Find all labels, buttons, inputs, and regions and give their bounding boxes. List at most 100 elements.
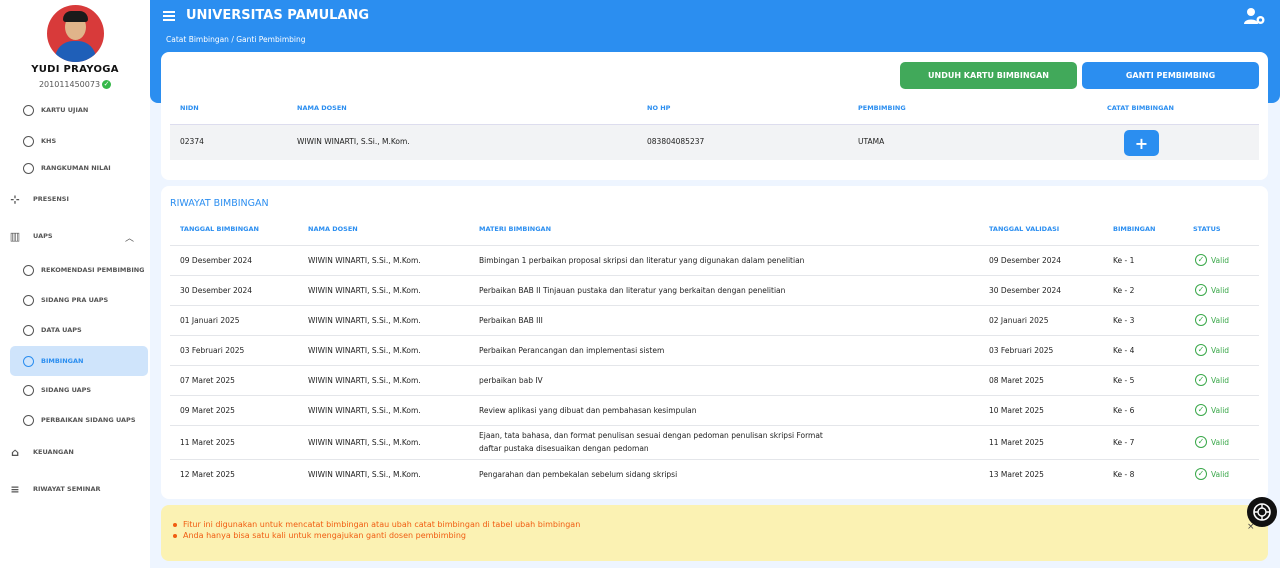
book-icon: ▥ — [9, 229, 21, 243]
cell-tanggal-bimbingan: 12 Maret 2025 — [180, 470, 235, 479]
table-row: 07 Maret 2025 WIWIN WINARTI, S.Si., M.Kom… — [170, 365, 1259, 395]
cell-nama-dosen: WIWIN WINARTI, S.Si., M.Kom. — [308, 256, 421, 265]
cell-materi-bimbingan: Perbaikan BAB II Tinjauan pustaka dan li… — [479, 286, 786, 295]
sidebar-item-data-uaps[interactable]: DATA UAPS — [10, 315, 148, 345]
change-advisor-button[interactable]: GANTI PEMBIMBING — [1082, 62, 1259, 89]
status-label: Valid — [1211, 315, 1230, 325]
sidebar-item-label: SIDANG PRA UAPS — [41, 296, 109, 304]
avatar[interactable] — [47, 5, 104, 62]
status-badge: ✓ Valid — [1195, 374, 1229, 386]
notice-item: Anda hanya bisa satu kali untuk mengajuk… — [171, 531, 580, 540]
nim-text: 201011450073 — [38, 80, 101, 89]
user-nim: 201011450073 ✓ — [0, 80, 150, 89]
breadcrumb: Catat Bimbingan / Ganti Pembimbing — [166, 35, 306, 44]
check-circle-icon: ✓ — [1195, 404, 1207, 416]
sidebar-item-sidang-uaps[interactable]: SIDANG UAPS — [10, 375, 148, 405]
sidebar-item-uaps[interactable]: ▥ UAPS — [8, 225, 53, 247]
cell-bimbingan: Ke - 2 — [1113, 286, 1135, 295]
advisor-role: UTAMA — [858, 137, 885, 146]
advisor-card: UNDUH KARTU BIMBINGAN GANTI PEMBIMBING N… — [161, 52, 1268, 180]
section-title: RIWAYAT BIMBINGAN — [170, 198, 269, 209]
cell-bimbingan: Ke - 7 — [1113, 438, 1135, 447]
check-circle-icon: ✓ — [1195, 284, 1207, 296]
sidebar-item-khs[interactable]: KHS — [10, 126, 148, 156]
user-name: YUDI PRAYOGA — [31, 64, 119, 75]
user-settings-icon[interactable] — [1244, 7, 1266, 25]
cell-bimbingan: Ke - 8 — [1113, 470, 1135, 479]
sidebar-item-presensi[interactable]: ⊹ PRESENSI — [8, 188, 69, 210]
sidebar-item-label: PERBAIKAN SIDANG UAPS — [41, 416, 136, 424]
cell-tanggal-validasi: 13 Maret 2025 — [989, 470, 1044, 479]
table-row: 12 Maret 2025 WIWIN WINARTI, S.Si., M.Kom… — [170, 459, 1259, 489]
download-card-button[interactable]: UNDUH KARTU BIMBINGAN — [900, 62, 1077, 89]
cell-tanggal-bimbingan: 09 Maret 2025 — [180, 406, 235, 415]
hamburger-menu-icon[interactable] — [163, 11, 175, 21]
cell-materi-bimbingan: Review aplikasi yang dibuat dan pembahas… — [479, 406, 697, 415]
cell-materi-bimbingan: Perbaikan Perancangan dan implementasi s… — [479, 346, 665, 355]
column-header-pembimbing: PEMBIMBING — [858, 104, 906, 112]
sidebar-item-label: REKOMENDASI PEMBIMBING — [41, 266, 145, 274]
sidebar-item-perbaikan-sidang-uaps[interactable]: PERBAIKAN SIDANG UAPS — [10, 405, 148, 435]
sidebar-item-rekomendasi-pembimbing[interactable]: REKOMENDASI PEMBIMBING — [10, 255, 148, 285]
status-label: Valid — [1211, 255, 1230, 265]
cell-bimbingan: Ke - 3 — [1113, 316, 1135, 325]
verified-check-icon: ✓ — [102, 80, 112, 89]
accessibility-icon[interactable] — [1247, 497, 1277, 527]
cell-nama-dosen: WIWIN WINARTI, S.Si., M.Kom. — [308, 286, 421, 295]
circle-icon — [23, 355, 34, 367]
cell-tanggal-validasi: 03 Februari 2025 — [989, 346, 1054, 355]
status-badge: ✓ Valid — [1195, 436, 1229, 448]
sidebar-item-label: RANGKUMAN NILAI — [41, 164, 111, 172]
check-circle-icon: ✓ — [1195, 436, 1207, 448]
column-header-status: STATUS — [1193, 225, 1221, 233]
status-label: Valid — [1211, 469, 1230, 479]
cell-nama-dosen: WIWIN WINARTI, S.Si., M.Kom. — [308, 316, 421, 325]
sidebar-item-label: DATA UAPS — [41, 326, 82, 334]
notice-item: Fitur ini digunakan untuk mencatat bimbi… — [171, 520, 580, 529]
cell-materi-bimbingan: perbaikan bab IV — [479, 376, 543, 385]
cell-materi-bimbingan: Pengarahan dan pembekalan sebelum sidang… — [479, 470, 678, 479]
advisor-name: WIWIN WINARTI, S.Si., M.Kom. — [297, 137, 410, 146]
status-badge: ✓ Valid — [1195, 404, 1229, 416]
sidebar-item-label: KARTU UJIAN — [41, 106, 89, 114]
cell-bimbingan: Ke - 6 — [1113, 406, 1135, 415]
sidebar-item-label: PRESENSI — [33, 195, 69, 203]
sidebar-item-riwayat-seminar[interactable]: ≡ RIWAYAT SEMINAR — [8, 478, 101, 500]
advisor-phone: 083804085237 — [647, 137, 705, 146]
add-bimbingan-button[interactable]: + — [1124, 130, 1159, 156]
circle-icon — [23, 162, 34, 174]
column-header-no-hp: NO HP — [647, 104, 671, 112]
cell-tanggal-bimbingan: 01 Januari 2025 — [180, 316, 240, 325]
history-card: RIWAYAT BIMBINGAN TANGGAL BIMBINGAN NAMA… — [161, 186, 1268, 499]
cell-tanggal-validasi: 10 Maret 2025 — [989, 406, 1044, 415]
circle-icon — [23, 135, 34, 147]
status-label: Valid — [1211, 437, 1230, 447]
check-circle-icon: ✓ — [1195, 254, 1207, 266]
sidebar-item-bimbingan[interactable]: BIMBINGAN — [10, 346, 148, 376]
sidebar-item-keuangan[interactable]: ⌂ KEUANGAN — [8, 441, 74, 463]
column-header-tanggal-validasi: TANGGAL VALIDASI — [989, 225, 1060, 233]
cell-tanggal-validasi: 02 Januari 2025 — [989, 316, 1049, 325]
column-header-catat-bimbingan: CATAT BIMBINGAN — [1107, 104, 1174, 112]
column-header-nama-dosen: NAMA DOSEN — [308, 225, 358, 233]
sidebar: YUDI PRAYOGA 201011450073 ✓ KARTU UJIAN K… — [0, 0, 150, 568]
cell-bimbingan: Ke - 4 — [1113, 346, 1135, 355]
cell-materi-bimbingan: Bimbingan 1 perbaikan proposal skripsi d… — [479, 256, 805, 265]
sidebar-item-rangkuman-nilai[interactable]: RANGKUMAN NILAI — [10, 153, 148, 183]
sidebar-item-label: RIWAYAT SEMINAR — [33, 485, 101, 493]
chevron-up-icon[interactable]: ︿ — [125, 231, 134, 244]
advisor-nidn: 02374 — [180, 137, 204, 146]
cell-tanggal-bimbingan: 11 Maret 2025 — [180, 438, 235, 447]
sidebar-item-sidang-pra-uaps[interactable]: SIDANG PRA UAPS — [10, 285, 148, 315]
table-row: 09 Desember 2024 WIWIN WINARTI, S.Si., M.… — [170, 245, 1259, 275]
circle-icon — [23, 324, 34, 336]
cell-nama-dosen: WIWIN WINARTI, S.Si., M.Kom. — [308, 470, 421, 479]
cell-nama-dosen: WIWIN WINARTI, S.Si., M.Kom. — [308, 438, 421, 447]
check-circle-icon: ✓ — [1195, 344, 1207, 356]
table-row: 01 Januari 2025 WIWIN WINARTI, S.Si., M.K… — [170, 305, 1259, 335]
table-row: 11 Maret 2025 WIWIN WINARTI, S.Si., M.Kom… — [170, 425, 1259, 459]
cell-nama-dosen: WIWIN WINARTI, S.Si., M.Kom. — [308, 346, 421, 355]
circle-icon — [23, 414, 34, 426]
sidebar-item-kartu-ujian[interactable]: KARTU UJIAN — [10, 95, 148, 125]
cell-tanggal-bimbingan: 07 Maret 2025 — [180, 376, 235, 385]
